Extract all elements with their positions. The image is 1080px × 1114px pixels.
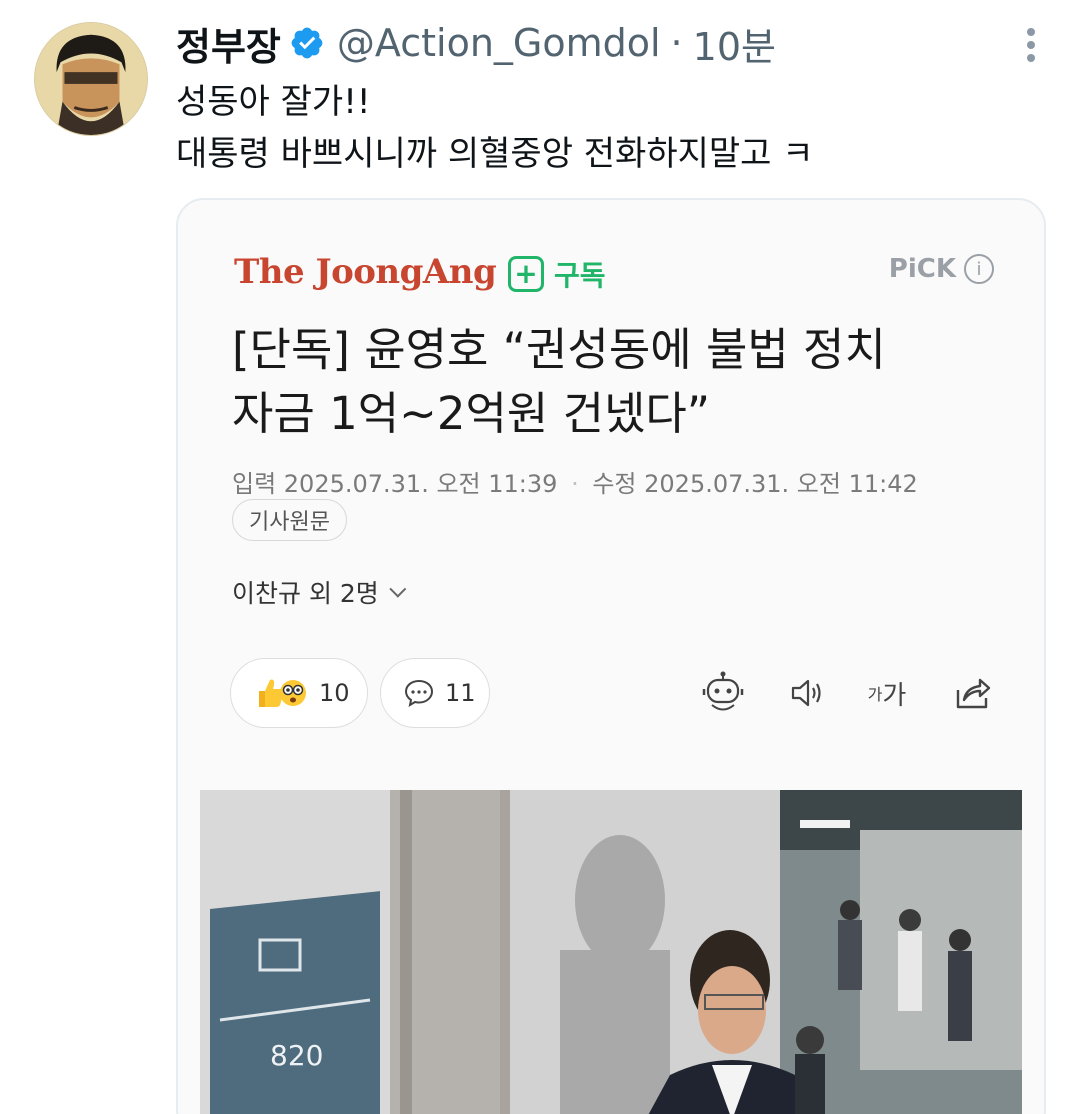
- original-article-button[interactable]: 기사원문: [232, 499, 347, 541]
- subscribe-button[interactable]: + 구독: [508, 254, 606, 294]
- text-to-speech-icon[interactable]: [782, 668, 832, 718]
- tweet-text: 성동아 잘가!! 대통령 바쁘시니까 의혈중앙 전화하지말고 ㅋ: [176, 76, 814, 180]
- publisher-logo[interactable]: The JoongAng: [234, 252, 497, 292]
- comment-bubble-icon: [403, 678, 435, 708]
- meta-separator: ·: [670, 21, 683, 65]
- article-photo[interactable]: 820: [200, 790, 1022, 1114]
- tweet-text-line: 대통령 바쁘시니까 의혈중앙 전화하지말고 ㅋ: [176, 134, 814, 174]
- text-size-button[interactable]: 가가: [862, 668, 912, 718]
- more-dots-icon[interactable]: [1024, 28, 1038, 62]
- display-name[interactable]: 정부장: [176, 16, 281, 71]
- article-headline: [단독] 윤영호 “권성동에 불법 정치 자금 1억~2억원 건넸다”: [232, 318, 992, 446]
- chevron-down-icon: [389, 580, 407, 598]
- authors-label: 이찬규 외 2명: [232, 579, 379, 608]
- published-date: 입력 2025.07.31. 오전 11:39: [232, 470, 558, 498]
- tweet-text-line: 성동아 잘가!!: [176, 82, 371, 122]
- svg-text:820: 820: [270, 1039, 323, 1072]
- headline-line: [단독] 윤영호 “권성동에 불법 정치: [232, 323, 886, 376]
- authors-dropdown[interactable]: 이찬규 외 2명: [232, 574, 407, 610]
- summary-bot-icon[interactable]: [698, 668, 748, 718]
- modified-date: 수정 2025.07.31. 오전 11:42: [592, 470, 918, 498]
- subscribe-label: 구독: [554, 259, 606, 292]
- thumbs-up-emoji-icon: [253, 675, 309, 711]
- info-icon[interactable]: i: [964, 254, 994, 284]
- text-size-small-label: 가: [867, 685, 883, 704]
- user-handle[interactable]: @Action_Gomdol: [337, 21, 661, 65]
- plus-icon: +: [508, 256, 544, 292]
- article-dates: 입력 2025.07.31. 오전 11:39 · 수정 2025.07.31.…: [232, 464, 918, 499]
- profile-avatar[interactable]: [34, 22, 148, 136]
- share-icon[interactable]: [948, 668, 998, 718]
- pick-label: PiCK: [888, 254, 956, 284]
- text-size-large-label: 가: [882, 680, 907, 711]
- comment-count: 11: [445, 679, 476, 707]
- post-time[interactable]: 10분: [693, 16, 776, 71]
- embedded-article-card[interactable]: The JoongAng + 구독 PiCK i [단독] 윤영호 “권성동에 …: [176, 198, 1046, 1114]
- verified-badge-icon: [291, 27, 323, 59]
- pick-badge[interactable]: PiCK i: [889, 254, 994, 284]
- date-separator: ·: [571, 470, 579, 498]
- reaction-count: 10: [319, 679, 350, 707]
- headline-line: 자금 1억~2억원 건넸다”: [232, 387, 711, 440]
- reaction-button[interactable]: 10: [230, 658, 368, 728]
- comment-button[interactable]: 11: [380, 658, 490, 728]
